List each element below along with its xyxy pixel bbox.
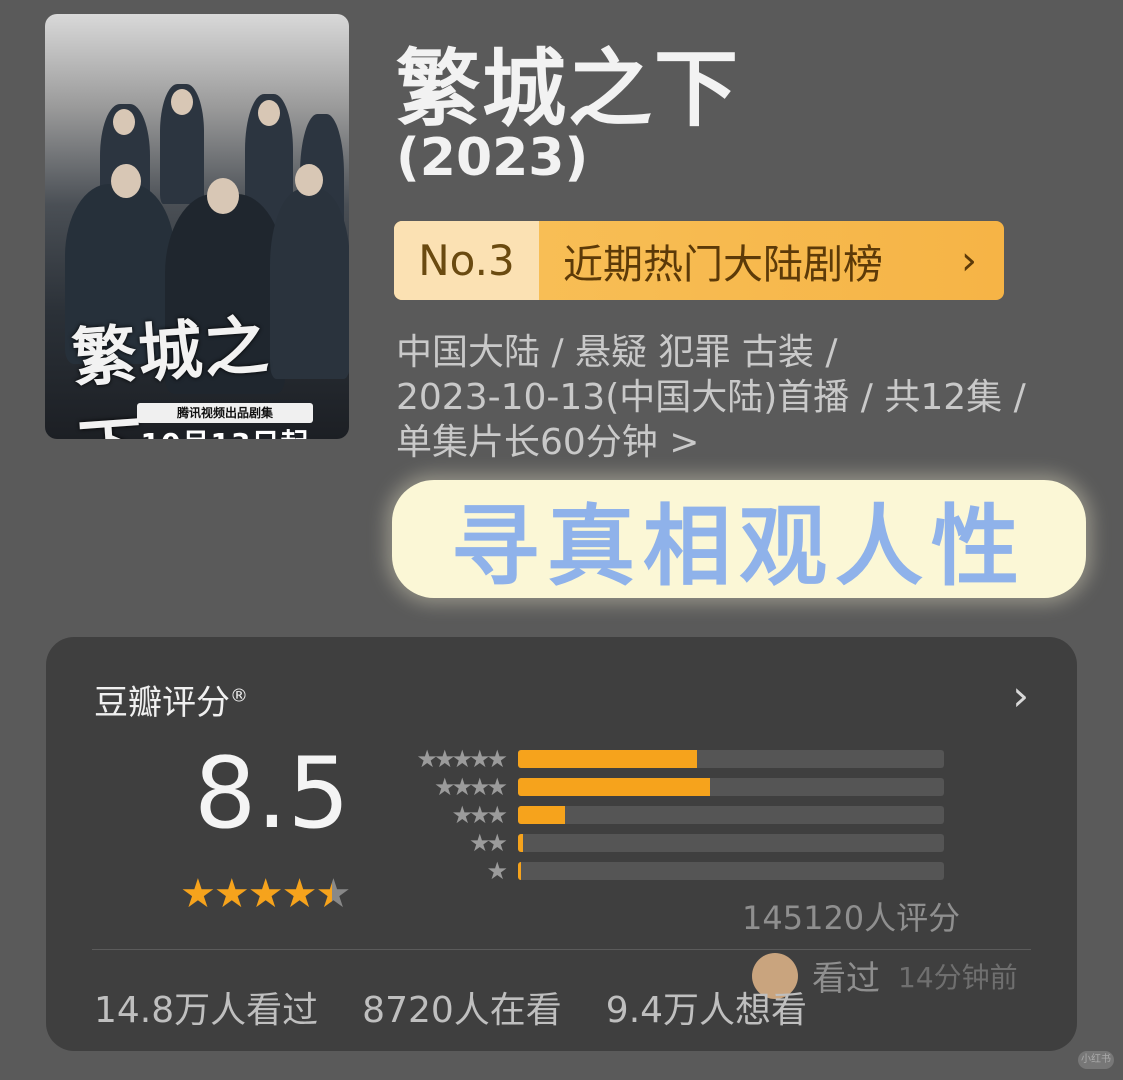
star-icon: ★ (180, 871, 216, 917)
rating-distribution: ★★★★★ ★★★★ ★★★ ★★ ★ (396, 745, 944, 885)
ranking-label: 近期热门大陆剧榜 (563, 241, 883, 288)
ranking-banner[interactable]: No.3 近期热门大陆剧榜 › (394, 221, 1004, 300)
watched-time: 14分钟前 (898, 960, 1018, 994)
poster-face (295, 164, 323, 196)
stat-seen[interactable]: 14.8万人看过 (94, 981, 318, 1033)
rating-stars: ★★★★★ (180, 871, 351, 917)
rating-bar-track (518, 806, 944, 824)
metadata-info[interactable]: 中国大陆 / 悬疑 犯罪 古装 / 2023-10-13(中国大陆)首播 / 共… (396, 330, 1086, 465)
poster-image[interactable]: 繁城之下 腾讯视频出品剧集 10月13日起 (45, 14, 349, 439)
half-star-icon: ★ (315, 871, 351, 917)
row-stars-icon: ★★★ (451, 801, 508, 829)
audience-stats: 14.8万人看过 8720人在看 9.4万人想看 (94, 981, 807, 1033)
star-icon: ★ (281, 871, 318, 917)
rating-distribution-row: ★★ (396, 829, 944, 857)
sticker-text: 寻真相观人性 (450, 494, 1027, 598)
rating-distribution-row: ★ (396, 857, 944, 885)
rating-bar-fill (518, 806, 565, 824)
rating-bar-fill (518, 834, 524, 852)
overlay-sticker: 寻真相观人性 (392, 480, 1086, 598)
rating-score: 8.5 (194, 737, 350, 851)
rating-bar-fill (518, 862, 521, 880)
poster-release-date: 10月13日起 (95, 422, 349, 439)
row-stars-icon: ★★★★★ (416, 745, 508, 773)
poster-face (113, 109, 135, 135)
rating-distribution-row: ★★★★ (396, 773, 944, 801)
stat-want[interactable]: 9.4万人想看 (606, 981, 807, 1033)
divider (92, 949, 1031, 950)
rating-bar-track (518, 750, 944, 768)
rating-header: 豆瓣评分® (94, 675, 248, 724)
watermark: 小红书 (1078, 1051, 1114, 1069)
metadata-line-region-genre: 中国大陆 / 悬疑 犯罪 古装 / (396, 332, 838, 373)
row-stars-icon: ★★★★ (433, 773, 508, 801)
rating-bar-fill (518, 778, 710, 796)
metadata-line-duration: 单集片长60分钟 > (396, 422, 700, 463)
rating-header-label: 豆瓣评分 (94, 683, 230, 723)
ranking-number: No.3 (394, 221, 539, 300)
star-icon: ★ (213, 871, 250, 917)
rating-bar-track (518, 778, 944, 796)
chevron-right-icon: › (961, 237, 977, 284)
poster-face (207, 178, 239, 214)
metadata-line-premiere: 2023-10-13(中国大陆)首播 / 共12集 / (396, 377, 1026, 418)
rating-bar-track (518, 862, 944, 880)
poster-studio: 腾讯视频出品剧集 (137, 403, 313, 423)
rating-distribution-row: ★★★★★ (396, 745, 944, 773)
registered-mark: ® (230, 685, 248, 707)
row-stars-icon: ★ (486, 857, 508, 885)
rating-bar-track (518, 834, 944, 852)
rating-count: 145120人评分 (742, 899, 961, 937)
row-stars-icon: ★★ (468, 829, 508, 857)
poster-face (111, 164, 141, 198)
rating-bar-fill (518, 750, 697, 768)
chevron-right-icon[interactable]: › (1012, 671, 1029, 720)
watched-label: 看过 (812, 959, 880, 999)
page-title: 繁城之下 (396, 40, 741, 138)
poster-face (171, 89, 193, 115)
poster-face (258, 100, 280, 126)
rating-card[interactable]: 豆瓣评分® › 8.5 ★★★★★ ★★★★★ ★★★★ ★★★ ★★ ★ 145120… (46, 637, 1077, 1051)
rating-distribution-row: ★★★ (396, 801, 944, 829)
release-year: (2023) (396, 128, 589, 188)
star-icon: ★ (247, 871, 284, 917)
stat-watching[interactable]: 8720人在看 (362, 981, 562, 1033)
